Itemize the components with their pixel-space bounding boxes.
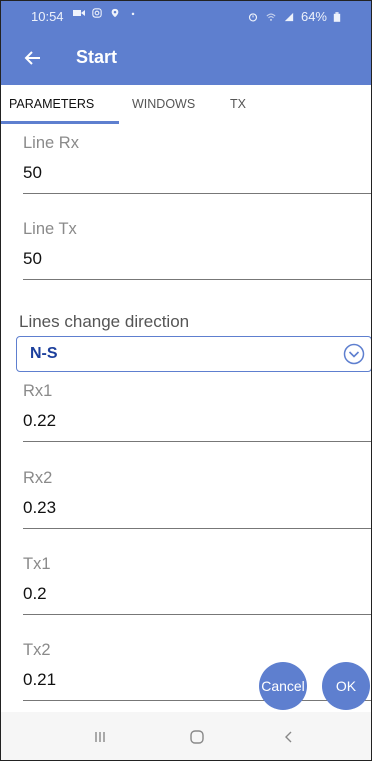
direction-label: Lines change direction bbox=[19, 312, 190, 331]
app-screen: 10:54 64% Start PARAMETERS WINDOWS TX Li… bbox=[0, 0, 372, 761]
direction-value: N-S bbox=[30, 345, 58, 362]
tab-tx[interactable]: TX bbox=[230, 97, 246, 111]
tx2-underline bbox=[23, 700, 371, 701]
rx2-input[interactable]: 0.23 bbox=[23, 498, 56, 518]
signal-icon bbox=[284, 12, 294, 21]
status-icons-left bbox=[73, 8, 139, 18]
chevron-left-icon bbox=[285, 731, 292, 743]
tab-windows[interactable]: WINDOWS bbox=[132, 97, 195, 111]
tx1-input[interactable]: 0.2 bbox=[23, 584, 47, 604]
tx1-underline bbox=[23, 614, 371, 615]
rx1-underline bbox=[23, 441, 371, 442]
page-title: Start bbox=[76, 47, 118, 67]
arrow-left-icon bbox=[24, 51, 40, 65]
recent-apps-icon bbox=[95, 732, 105, 742]
wifi-icon bbox=[266, 13, 276, 21]
dot-icon bbox=[131, 12, 135, 16]
battery-text: 64% bbox=[300, 9, 327, 24]
back-button[interactable] bbox=[19, 44, 47, 72]
tx2-label: Tx2 bbox=[23, 641, 51, 659]
tx1-label: Tx1 bbox=[23, 555, 51, 573]
battery-icon bbox=[333, 11, 341, 22]
line-tx-label: Line Tx bbox=[23, 220, 77, 238]
status-time: 10:54 bbox=[31, 9, 64, 24]
video-icon bbox=[73, 10, 85, 16]
chevron-down-icon[interactable] bbox=[343, 343, 365, 365]
alarm-icon bbox=[248, 12, 258, 21]
tx2-input[interactable]: 0.21 bbox=[23, 670, 56, 690]
home-icon bbox=[190, 730, 204, 744]
direction-select[interactable]: N-S bbox=[16, 336, 371, 372]
line-rx-underline bbox=[23, 193, 371, 194]
app-bar: Start bbox=[1, 31, 371, 85]
home-button[interactable] bbox=[185, 727, 209, 747]
cancel-button[interactable]: Cancel bbox=[259, 662, 307, 710]
status-bar: 10:54 64% bbox=[1, 1, 371, 31]
back-nav-button[interactable] bbox=[277, 727, 301, 747]
tab-parameters[interactable]: PARAMETERS bbox=[9, 97, 94, 111]
ok-button[interactable]: OK bbox=[322, 662, 370, 710]
location-icon bbox=[111, 8, 119, 18]
rx1-label: Rx1 bbox=[23, 382, 53, 400]
line-tx-underline bbox=[23, 279, 371, 280]
instagram-icon bbox=[92, 8, 102, 18]
line-rx-input[interactable]: 50 bbox=[23, 163, 42, 183]
parameters-form: Line Rx 50 Line Tx 50 Lines change direc… bbox=[1, 124, 371, 712]
rx2-label: Rx2 bbox=[23, 469, 53, 487]
tab-bar: PARAMETERS WINDOWS TX bbox=[1, 85, 371, 124]
line-rx-label: Line Rx bbox=[23, 134, 79, 152]
recent-apps-button[interactable] bbox=[88, 727, 112, 747]
rx1-input[interactable]: 0.22 bbox=[23, 411, 56, 431]
line-tx-input[interactable]: 50 bbox=[23, 249, 42, 269]
status-icons-right: 64% bbox=[247, 9, 341, 24]
system-nav-bar bbox=[1, 712, 371, 760]
rx2-underline bbox=[23, 528, 371, 529]
